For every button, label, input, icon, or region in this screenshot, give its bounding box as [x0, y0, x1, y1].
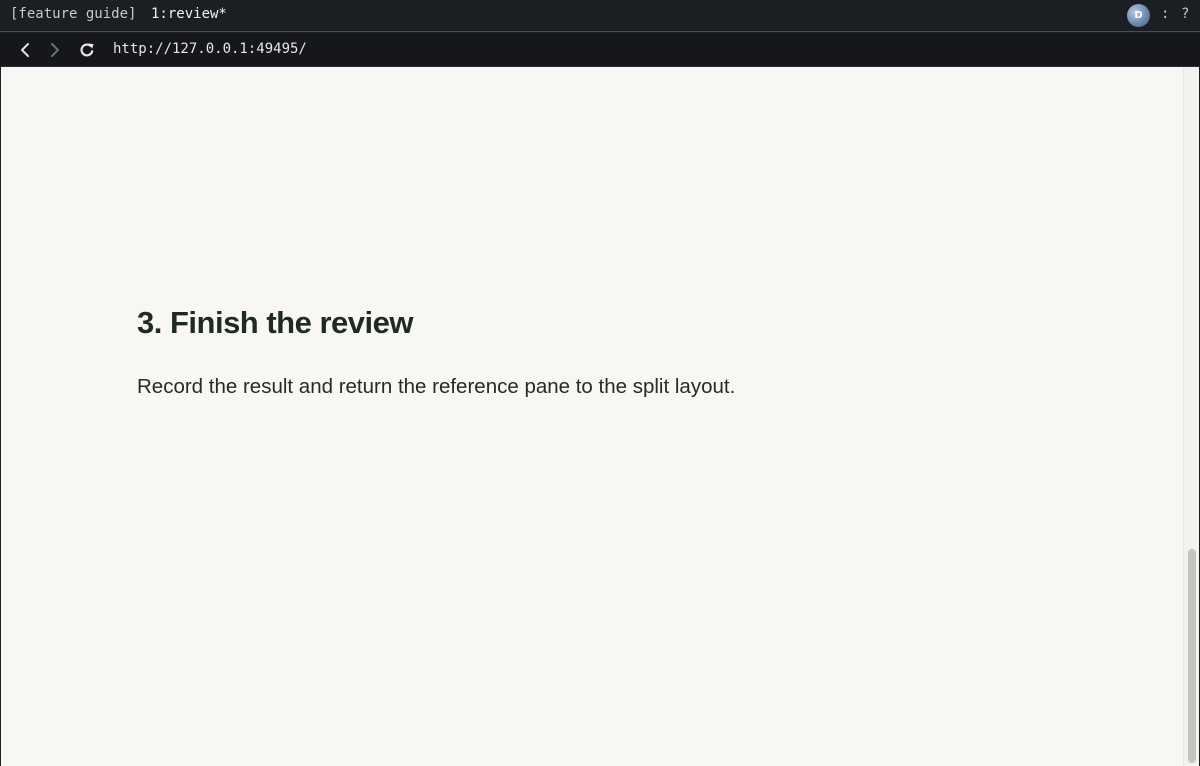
tmux-status-bar: [feature guide] 1:review* D : ? [0, 0, 1200, 32]
user-avatar[interactable]: D [1127, 4, 1150, 27]
browser-nav-bar: http://127.0.0.1:49495/ [0, 33, 1200, 67]
active-window-tab[interactable]: 1:review* [151, 6, 227, 22]
scrollbar-thumb[interactable] [1188, 549, 1196, 763]
vertical-scrollbar[interactable] [1183, 67, 1199, 766]
terminal-window: [feature guide] 1:review* D : ? http://1… [0, 0, 1200, 766]
page-viewport: 3. Finish the review Record the result a… [1, 67, 1199, 766]
back-button[interactable] [15, 40, 35, 60]
section-heading: 3. Finish the review [137, 305, 413, 340]
session-name[interactable]: [feature guide] [10, 6, 136, 22]
reload-icon [80, 43, 94, 57]
address-bar[interactable]: http://127.0.0.1:49495/ [113, 41, 307, 57]
section-paragraph: Record the result and return the referen… [137, 375, 736, 398]
chevron-right-icon [51, 43, 59, 57]
page-content: 3. Finish the review Record the result a… [137, 301, 1137, 402]
help-button[interactable]: ? [1181, 6, 1189, 22]
chevron-left-icon [21, 43, 29, 57]
reload-button[interactable] [77, 40, 97, 60]
forward-button[interactable] [45, 40, 65, 60]
status-separator: : [1161, 6, 1170, 22]
